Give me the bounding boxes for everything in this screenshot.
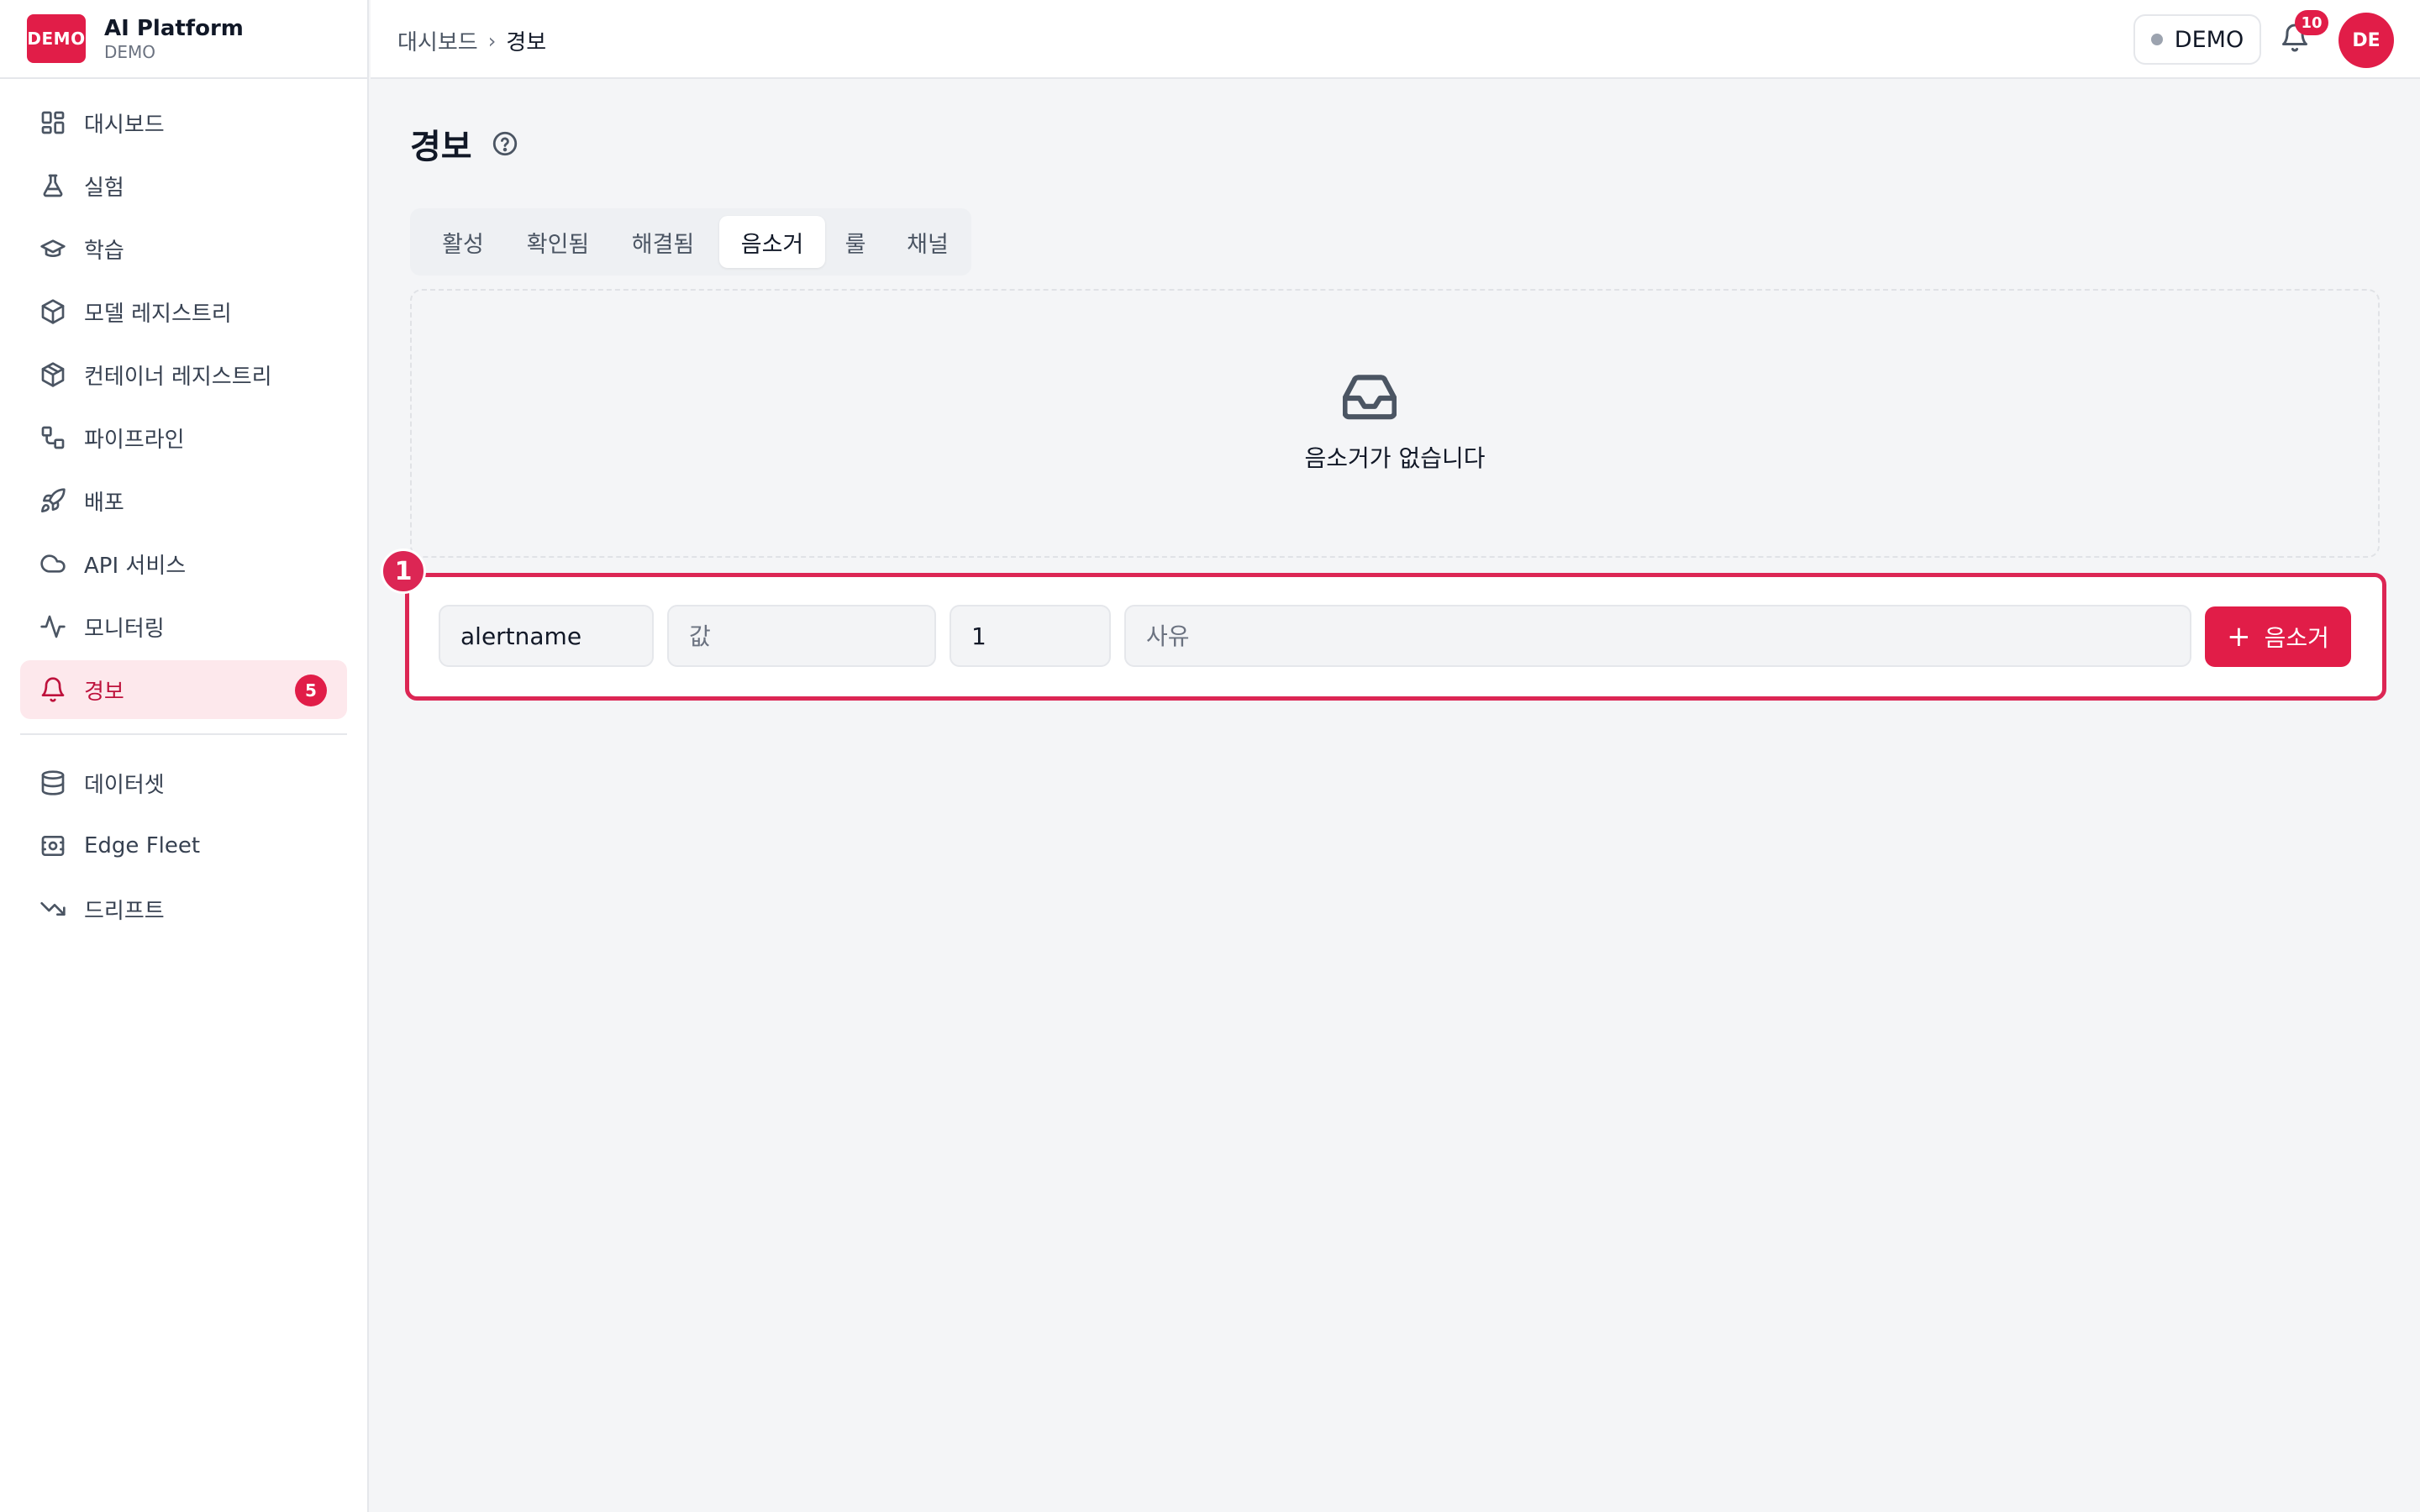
activity-icon (39, 612, 67, 641)
sidebar-item-label: 드리프트 (84, 898, 165, 924)
breadcrumb-current: 경보 (506, 30, 547, 55)
sidebar-item-deployments[interactable]: 배포 (20, 471, 347, 530)
sidebar-item-label: 모니터링 (84, 616, 165, 642)
tab-active[interactable]: 활성 (417, 216, 509, 268)
edge-device-icon (39, 832, 67, 860)
sidebar-item-api-services[interactable]: API 서비스 (20, 534, 347, 593)
workflow-icon (39, 423, 67, 452)
sidebar-item-model-registry[interactable]: 모델 레지스트리 (20, 282, 347, 341)
tab-rules[interactable]: 룰 (825, 216, 886, 268)
chevron-right-icon: › (487, 29, 497, 53)
tab-silences[interactable]: 음소거 (719, 216, 825, 268)
sidebar-item-label: 학습 (84, 238, 124, 264)
plus-icon: + (2227, 620, 2251, 654)
package-icon (39, 360, 67, 389)
sidebar-item-experiments[interactable]: 실험 (20, 156, 347, 215)
breadcrumb-parent-link[interactable]: 대시보드 (397, 25, 478, 56)
sidebar-item-label: 파이프라인 (84, 427, 185, 453)
brand-logo[interactable]: DEMO (27, 14, 86, 63)
sidebar-item-training[interactable]: 학습 (20, 219, 347, 278)
environment-label: DEMO (2174, 26, 2244, 53)
sidebar-item-label: 데이터셋 (84, 772, 165, 798)
reason-input[interactable] (1124, 605, 2191, 667)
alerts-count-badge: 5 (295, 675, 327, 706)
add-silence-button[interactable]: + 음소거 (2205, 606, 2351, 667)
sidebar-item-edge-fleet[interactable]: Edge Fleet (20, 816, 347, 875)
tab-resolved[interactable]: 해결됨 (607, 216, 719, 268)
dashboard-icon (39, 108, 67, 137)
sidebar-item-label: 대시보드 (84, 112, 165, 138)
sidebar-item-label: 배포 (84, 490, 124, 516)
sidebar-item-label: 모델 레지스트리 (84, 301, 232, 327)
duration-input[interactable] (950, 605, 1111, 667)
sidebar-item-pipelines[interactable]: 파이프라인 (20, 408, 347, 467)
sidebar-nav: 대시보드 실험 학습 모델 레지스트리 컨테이너 레지스트리 파이프라인 배포 … (0, 79, 367, 938)
breadcrumb: 대시보드 › 경보 (397, 25, 546, 56)
add-silence-label: 음소거 (2264, 624, 2329, 652)
sidebar-item-dashboard[interactable]: 대시보드 (20, 93, 347, 152)
sidebar-item-monitoring[interactable]: 모니터링 (20, 597, 347, 656)
empty-state-message: 음소거가 없습니다 (1304, 444, 1486, 472)
silences-empty-state: 음소거가 없습니다 (410, 289, 2380, 558)
sidebar-item-label: Edge Fleet (84, 833, 201, 858)
sidebar-item-container-registry[interactable]: 컨테이너 레지스트리 (20, 345, 347, 404)
notifications-count-badge: 10 (2295, 10, 2328, 35)
sidebar-item-drift[interactable]: 드리프트 (20, 879, 347, 938)
brand-text: AI Platform DEMO (104, 15, 244, 62)
sidebar-item-label: 실험 (84, 175, 124, 201)
trending-down-icon (39, 895, 67, 923)
topbar: 대시보드 › 경보 DEMO 10 DE (371, 0, 2420, 79)
rocket-icon (39, 486, 67, 515)
sidebar-item-label: API 서비스 (84, 553, 187, 579)
avatar[interactable]: DE (2338, 13, 2394, 68)
page-title: 경보 (410, 128, 472, 166)
matcher-name-input[interactable] (439, 605, 654, 667)
sidebar-divider (20, 733, 347, 735)
flask-icon (39, 171, 67, 200)
environment-selector[interactable]: DEMO (2133, 14, 2261, 65)
bell-icon (39, 675, 67, 704)
brand-title: AI Platform (104, 16, 244, 41)
inbox-icon (1342, 375, 1397, 422)
step-marker: 1 (381, 549, 426, 594)
brand-subtitle: DEMO (104, 42, 156, 62)
sidebar: DEMO AI Platform DEMO 대시보드 실험 학습 모델 레지스트… (0, 0, 369, 1512)
database-icon (39, 769, 67, 797)
sidebar-item-label: 경보 (84, 679, 124, 705)
alert-tabs: 활성 확인됨 해결됨 음소거 룰 채널 (410, 208, 971, 276)
graduation-cap-icon (39, 234, 67, 263)
matcher-value-input[interactable] (667, 605, 936, 667)
tab-acknowledged[interactable]: 확인됨 (509, 216, 607, 268)
sidebar-item-datasets[interactable]: 데이터셋 (20, 753, 347, 812)
tab-channels[interactable]: 채널 (886, 216, 970, 268)
box-icon (39, 297, 67, 326)
help-circle-icon[interactable] (491, 129, 519, 158)
sidebar-item-label: 컨테이너 레지스트리 (84, 364, 272, 390)
sidebar-item-alerts[interactable]: 경보 5 (20, 660, 347, 719)
cloud-icon (39, 549, 67, 578)
status-dot-icon (2150, 34, 2163, 45)
page-header: 경보 (410, 119, 519, 168)
brand: DEMO AI Platform DEMO (0, 0, 367, 79)
